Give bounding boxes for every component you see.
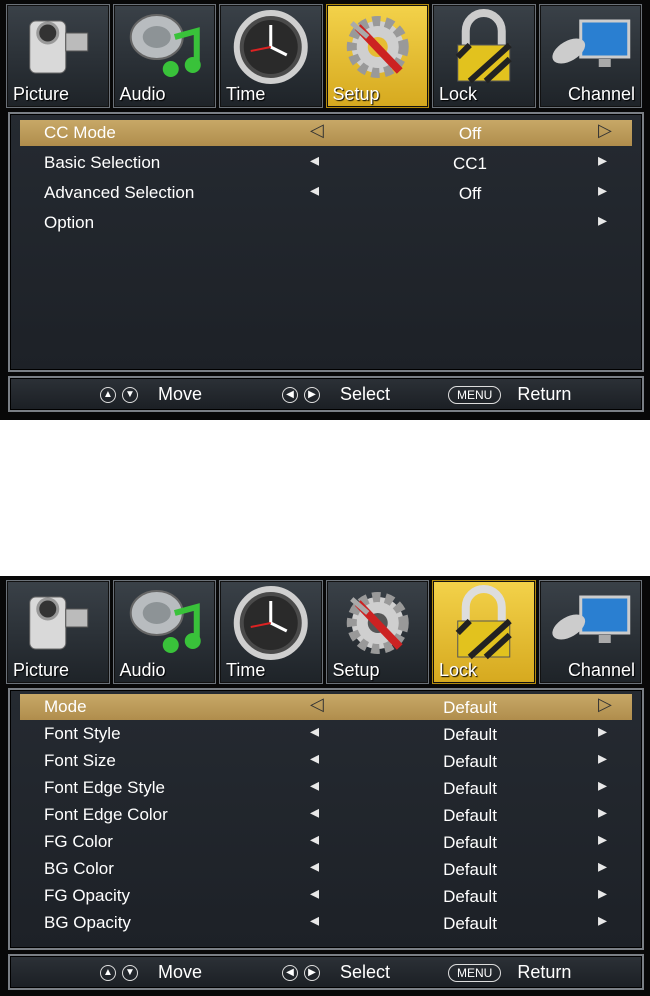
right-arrow-icon[interactable]: ▸ xyxy=(598,748,607,769)
right-arrow-icon[interactable]: ▸ xyxy=(598,910,607,931)
left-arrow-icon[interactable]: ◂ xyxy=(310,150,319,171)
right-arrow-icon[interactable]: ▸ xyxy=(598,856,607,877)
down-button-icon: ▼ xyxy=(122,386,138,403)
tab-label: Picture xyxy=(13,84,70,104)
padlock-icon xyxy=(455,9,512,84)
left-arrow-icon[interactable]: ◂ xyxy=(310,180,319,201)
tab-lock[interactable]: Lock xyxy=(432,580,536,684)
tab-label: Setup xyxy=(332,660,380,680)
osd-screen-2: Picture Audio Time Setup Lock Channel Mo… xyxy=(0,576,650,996)
menu-key-icon: MENU xyxy=(448,963,502,982)
tv-satellite-icon xyxy=(551,19,630,67)
tab-label: Lock xyxy=(439,660,478,680)
menu-row-fg-opacity[interactable]: FG Opacity ◂ Default ▸ xyxy=(20,883,632,909)
hint-return: MENU Return xyxy=(448,384,571,405)
menu-row-fg-color[interactable]: FG Color ◂ Default ▸ xyxy=(20,829,632,855)
left-arrow-icon[interactable]: ◂ xyxy=(310,829,319,850)
right-arrow-icon[interactable]: ▸ xyxy=(598,150,607,171)
gear-wrench-icon xyxy=(346,592,409,654)
left-arrow-icon[interactable]: ◁ xyxy=(310,120,324,141)
menu-key-icon: MENU xyxy=(448,385,502,404)
menu-row-basic-selection[interactable]: Basic Selection ◂ CC1 ▸ xyxy=(20,150,632,176)
tab-label: Lock xyxy=(439,84,478,104)
menu-row-bg-opacity[interactable]: BG Opacity ◂ Default ▸ xyxy=(20,910,632,936)
menu-row-font-size[interactable]: Font Size ◂ Default ▸ xyxy=(20,748,632,774)
menu-row-font-edge-style[interactable]: Font Edge Style ◂ Default ▸ xyxy=(20,775,632,801)
hint-return: MENU Return xyxy=(448,962,571,983)
right-arrow-icon[interactable]: ▸ xyxy=(598,883,607,904)
menu-row-font-style[interactable]: Font Style ◂ Default ▸ xyxy=(20,721,632,747)
tab-time[interactable]: Time xyxy=(219,4,323,108)
down-button-icon: ▼ xyxy=(122,964,138,981)
music-note-icon xyxy=(129,14,201,77)
tab-audio[interactable]: Audio xyxy=(112,580,216,684)
right-arrow-icon[interactable]: ▷ xyxy=(598,694,612,715)
gear-wrench-icon xyxy=(346,16,409,78)
menu-row-option[interactable]: Option ▸ xyxy=(20,210,632,236)
left-arrow-icon[interactable]: ◂ xyxy=(310,910,319,931)
right-arrow-icon[interactable]: ▸ xyxy=(598,210,607,231)
tab-label: Time xyxy=(226,84,266,104)
tab-bar: Picture Audio Time Setup Lock Channel xyxy=(6,4,642,108)
tab-label: Channel xyxy=(567,84,635,104)
left-arrow-icon[interactable]: ◂ xyxy=(310,721,319,742)
left-arrow-icon[interactable]: ◁ xyxy=(310,694,324,715)
tab-audio[interactable]: Audio xyxy=(112,4,216,108)
left-arrow-icon[interactable]: ◂ xyxy=(310,856,319,877)
hint-move: ▲ ▼ Move xyxy=(100,384,202,405)
clock-icon xyxy=(233,586,308,660)
tab-channel[interactable]: Channel xyxy=(538,4,642,108)
clock-icon xyxy=(233,10,308,84)
tab-bar: Picture Audio Time Setup Lock Channel xyxy=(6,580,642,684)
right-arrow-icon[interactable]: ▸ xyxy=(598,802,607,823)
left-arrow-icon[interactable]: ◂ xyxy=(310,748,319,769)
hint-select: ◀ ▶ Select xyxy=(282,962,390,983)
right-arrow-icon[interactable]: ▸ xyxy=(598,180,607,201)
up-button-icon: ▲ xyxy=(100,964,116,981)
tab-label: Picture xyxy=(13,660,70,680)
tab-label: Setup xyxy=(332,84,380,104)
menu-list: CC Mode ◁ Off ▷ Basic Selection ◂ CC1 ▸ … xyxy=(8,112,644,372)
menu-row-mode[interactable]: Mode ◁ Default ▷ xyxy=(20,694,632,720)
tab-label: Time xyxy=(226,660,266,680)
menu-row-advanced-selection[interactable]: Advanced Selection ◂ Off ▸ xyxy=(20,180,632,206)
camcorder-icon xyxy=(29,596,89,650)
menu-row-cc-mode[interactable]: CC Mode ◁ Off ▷ xyxy=(20,120,632,146)
tab-label: Channel xyxy=(567,660,635,680)
help-bar: ▲ ▼ Move ◀ ▶ Select MENU Return xyxy=(8,954,644,990)
left-button-icon: ◀ xyxy=(282,386,298,403)
up-button-icon: ▲ xyxy=(100,386,116,403)
osd-screen-1: Picture Audio Time Setup Lock Channel CC… xyxy=(0,0,650,420)
hint-select: ◀ ▶ Select xyxy=(282,384,390,405)
tab-picture[interactable]: Picture xyxy=(6,580,110,684)
right-arrow-icon[interactable]: ▸ xyxy=(598,829,607,850)
menu-row-font-edge-color[interactable]: Font Edge Color ◂ Default ▸ xyxy=(20,802,632,828)
menu-row-bg-color[interactable]: BG Color ◂ Default ▸ xyxy=(20,856,632,882)
camcorder-icon xyxy=(29,20,89,74)
padlock-icon xyxy=(455,585,512,660)
right-arrow-icon[interactable]: ▸ xyxy=(598,721,607,742)
tab-time[interactable]: Time xyxy=(219,580,323,684)
tab-channel[interactable]: Channel xyxy=(538,580,642,684)
hint-move: ▲ ▼ Move xyxy=(100,962,202,983)
tab-label: Audio xyxy=(119,84,166,104)
tv-satellite-icon xyxy=(551,595,630,643)
tab-picture[interactable]: Picture xyxy=(6,4,110,108)
right-button-icon: ▶ xyxy=(304,386,320,403)
tab-label: Audio xyxy=(119,660,166,680)
right-arrow-icon[interactable]: ▸ xyxy=(598,775,607,796)
tab-setup[interactable]: Setup xyxy=(325,580,429,684)
right-arrow-icon[interactable]: ▷ xyxy=(598,120,612,141)
left-arrow-icon[interactable]: ◂ xyxy=(310,883,319,904)
left-arrow-icon[interactable]: ◂ xyxy=(310,775,319,796)
music-note-icon xyxy=(129,590,201,653)
menu-list: Mode ◁ Default ▷ Font Style ◂ Default ▸ … xyxy=(8,688,644,950)
tab-lock[interactable]: Lock xyxy=(432,4,536,108)
right-button-icon: ▶ xyxy=(304,964,320,981)
left-button-icon: ◀ xyxy=(282,964,298,981)
tab-setup[interactable]: Setup xyxy=(325,4,429,108)
left-arrow-icon[interactable]: ◂ xyxy=(310,802,319,823)
help-bar: ▲ ▼ Move ◀ ▶ Select MENU Return xyxy=(8,376,644,412)
